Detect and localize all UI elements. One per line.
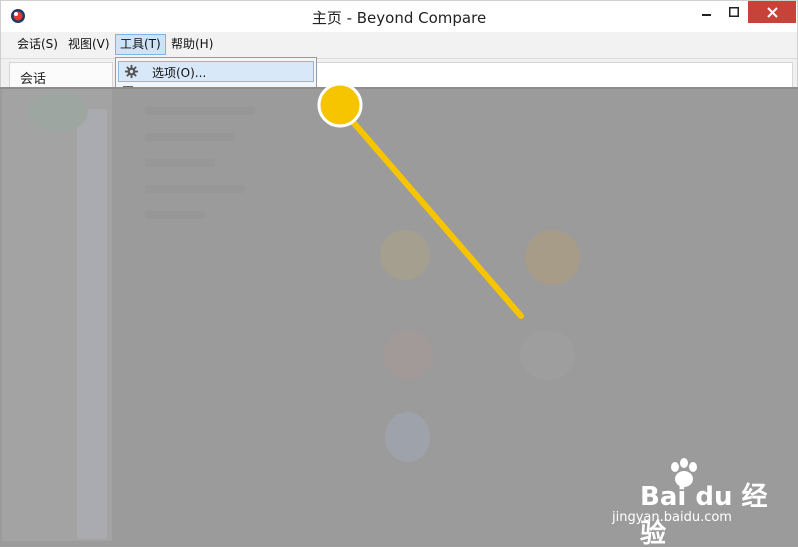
baidu-watermark: Bai du 经验 jingyan.baidu.com [612,458,772,549]
pointer-dot [317,82,363,128]
pointer-line [337,104,524,319]
watermark-url: jingyan.baidu.com [612,510,732,525]
